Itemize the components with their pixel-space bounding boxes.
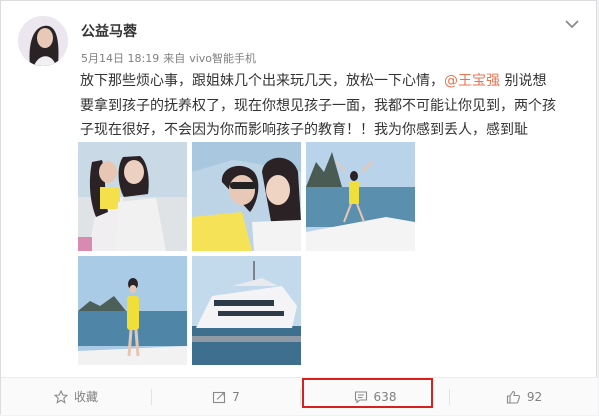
like-icon [506, 390, 520, 404]
avatar-image [18, 16, 68, 66]
post-text-part-1: 放下那些烦心事，跟姐妹几个出来玩几天，放松一下心情， [80, 73, 444, 89]
post-meta: 5月14日 18:19 来自 vivo智能手机 [81, 50, 260, 66]
comment-icon [354, 390, 367, 404]
source-prefix: 来自 [163, 52, 186, 65]
photo-thumbnail-1[interactable] [78, 142, 187, 251]
photo-image [78, 142, 187, 251]
post-date[interactable]: 5月14日 18:19 [81, 52, 159, 65]
photo-thumbnail-2[interactable] [192, 142, 301, 251]
like-button[interactable]: 92 [450, 378, 598, 415]
photo-thumbnail-4[interactable] [78, 256, 187, 365]
username[interactable]: 公益马蓉 [81, 21, 137, 41]
repost-count: 7 [232, 389, 240, 404]
chevron-down-icon[interactable] [563, 17, 581, 31]
avatar[interactable] [18, 16, 68, 66]
repost-icon [213, 391, 226, 403]
action-bar: 收藏 7 638 92 [1, 377, 598, 415]
photo-image [306, 142, 415, 251]
favorite-button[interactable]: 收藏 [1, 378, 151, 415]
comment-button[interactable]: 638 [301, 378, 449, 415]
photo-image [78, 256, 187, 365]
repost-button[interactable]: 7 [152, 378, 300, 415]
comment-count: 638 [373, 389, 397, 404]
like-count: 92 [526, 389, 543, 404]
photo-thumbnail-5[interactable] [192, 256, 301, 365]
mention-link[interactable]: @王宝强 [444, 73, 500, 89]
weibo-post-card: 公益马蓉 5月14日 18:19 来自 vivo智能手机 放下那些烦心事，跟姐妹几个… [0, 0, 598, 415]
photo-image [192, 256, 301, 365]
favorite-star-icon [53, 389, 68, 404]
favorite-label: 收藏 [73, 390, 98, 404]
photo-thumbnail-3[interactable] [306, 142, 415, 251]
photo-image [192, 142, 301, 251]
source-device[interactable]: vivo智能手机 [189, 52, 256, 65]
